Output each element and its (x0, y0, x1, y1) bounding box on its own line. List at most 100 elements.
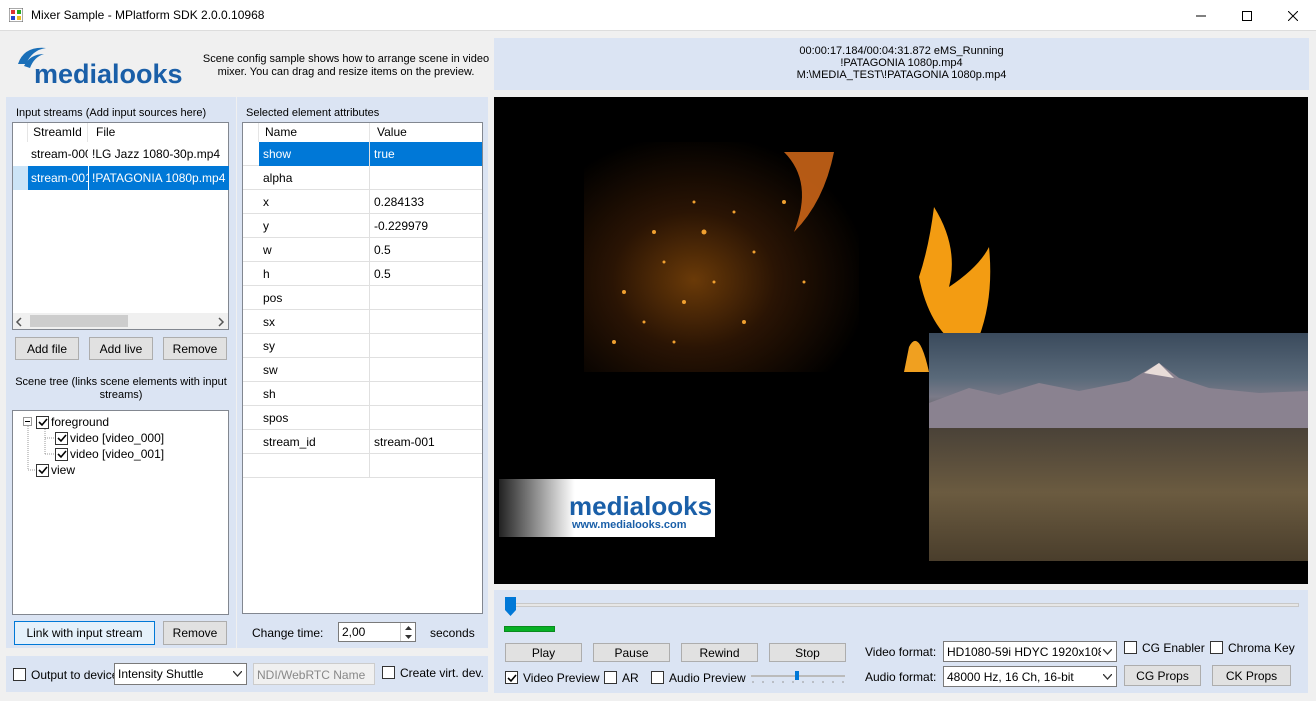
video-000-checkbox[interactable] (55, 431, 68, 445)
attribute-value[interactable] (370, 454, 482, 478)
tree-node-view[interactable]: view (36, 463, 75, 477)
status-path: M:\MEDIA_TEST\!PATAGONIA 1080p.mp4 (796, 69, 1007, 81)
tree-node-video-001[interactable]: video [video_001] (55, 447, 164, 461)
attribute-row[interactable]: alpha (243, 166, 482, 190)
attribute-value[interactable]: -0.229979 (370, 214, 482, 238)
attribute-row[interactable]: sw (243, 358, 482, 382)
video-preview[interactable]: medialooks www.medialooks.com (494, 97, 1308, 584)
input-streams-list[interactable]: StreamId File stream-000 !LG Jazz 1080-3… (12, 122, 229, 330)
logo-text: medialooks (34, 59, 183, 89)
scroll-right-icon[interactable] (217, 316, 225, 330)
scroll-left-icon[interactable] (15, 316, 23, 330)
cg-enabler-checkbox[interactable] (1124, 641, 1137, 654)
attribute-row[interactable]: pos (243, 286, 482, 310)
cg-enabler-label: CG Enabler (1142, 641, 1205, 655)
attribute-value[interactable] (370, 334, 482, 358)
col-file[interactable]: File (88, 123, 228, 142)
mountain-video-element[interactable] (929, 333, 1308, 561)
video-preview-label: Video Preview (523, 671, 600, 685)
tree-node-video-000[interactable]: video [video_000] (55, 431, 164, 445)
attribute-row[interactable]: y -0.229979 (243, 214, 482, 238)
attribute-name: sx (259, 310, 370, 334)
attribute-value[interactable]: true (370, 142, 482, 166)
attribute-value[interactable] (370, 406, 482, 430)
app-icon (8, 7, 24, 23)
attribute-row[interactable]: x 0.284133 (243, 190, 482, 214)
attribute-value[interactable] (370, 166, 482, 190)
volume-slider[interactable] (751, 670, 845, 684)
attribute-row[interactable]: show true (243, 142, 482, 166)
attribute-row[interactable] (243, 454, 482, 478)
cg-props-button[interactable]: CG Props (1124, 665, 1201, 686)
attribute-name: x (259, 190, 370, 214)
scroll-thumb[interactable] (30, 315, 128, 327)
horizontal-scrollbar[interactable] (13, 313, 228, 329)
video-format-select[interactable]: HD1080-59i HDYC 1920x1080i (943, 641, 1117, 662)
rewind-button[interactable]: Rewind (681, 643, 758, 662)
play-button[interactable]: Play (505, 643, 582, 662)
attribute-row[interactable]: sx (243, 310, 482, 334)
output-device-checkbox[interactable] (13, 668, 26, 681)
attributes-grid[interactable]: Name Value show true alpha x 0.284133 y -0.229… (242, 122, 483, 614)
remove-scene-button[interactable]: Remove (163, 621, 227, 645)
maximize-button[interactable] (1224, 0, 1270, 31)
chroma-key-checkbox[interactable] (1210, 641, 1223, 654)
list-item-selected[interactable]: stream-001 !PATAGONIA 1080p.mp4 (13, 166, 229, 190)
attribute-name: show (259, 142, 370, 166)
medialooks-watermark[interactable]: medialooks www.medialooks.com (499, 479, 715, 537)
foreground-checkbox[interactable] (36, 415, 49, 429)
collapse-icon[interactable] (23, 417, 32, 426)
particles-video-element[interactable] (584, 142, 859, 372)
video-preview-checkbox[interactable] (505, 671, 518, 684)
attribute-name: sh (259, 382, 370, 406)
video-001-checkbox[interactable] (55, 447, 68, 461)
spin-up-icon[interactable] (400, 623, 415, 632)
seek-track[interactable] (510, 603, 1299, 607)
tree-node-foreground[interactable]: foreground (36, 415, 109, 429)
audio-preview-checkbox[interactable] (651, 671, 664, 684)
attribute-name: w (259, 238, 370, 262)
attribute-row[interactable]: w 0.5 (243, 238, 482, 262)
device-select[interactable]: Intensity Shuttle (114, 663, 247, 685)
change-time-stepper[interactable]: 2,00 (338, 622, 416, 642)
input-streams-label: Input streams (Add input sources here) (16, 107, 207, 119)
scene-tree[interactable]: foreground video [video_000] video [vide… (12, 410, 229, 615)
attribute-value[interactable] (370, 358, 482, 382)
add-file-button[interactable]: Add file (15, 337, 79, 360)
list-item[interactable]: stream-000 !LG Jazz 1080-30p.mp4 (13, 142, 228, 166)
attribute-value[interactable]: 0.5 (370, 262, 482, 286)
view-checkbox[interactable] (36, 463, 49, 477)
link-stream-button[interactable]: Link with input stream (14, 621, 155, 645)
ar-checkbox[interactable] (604, 671, 617, 684)
seek-thumb[interactable] (505, 597, 516, 616)
attribute-name: sw (259, 358, 370, 382)
pause-button[interactable]: Pause (593, 643, 670, 662)
attribute-row[interactable]: spos (243, 406, 482, 430)
ndi-name-input[interactable]: NDI/WebRTC Name (253, 663, 375, 685)
attribute-value[interactable]: stream-001 (370, 430, 482, 454)
attribute-row[interactable]: h 0.5 (243, 262, 482, 286)
chevron-down-icon (1101, 642, 1113, 661)
attribute-value[interactable]: 0.284133 (370, 190, 482, 214)
attribute-value[interactable] (370, 382, 482, 406)
audio-preview-label: Audio Preview (669, 671, 746, 685)
attribute-row[interactable]: sy (243, 334, 482, 358)
close-button[interactable] (1270, 0, 1316, 31)
minimize-button[interactable] (1178, 0, 1224, 31)
col-streamid[interactable]: StreamId (28, 123, 88, 142)
attribute-row[interactable]: sh (243, 382, 482, 406)
spin-down-icon[interactable] (400, 632, 415, 641)
add-live-button[interactable]: Add live (89, 337, 153, 360)
audio-format-select[interactable]: 48000 Hz, 16 Ch, 16-bit (943, 666, 1117, 687)
attribute-value[interactable] (370, 310, 482, 334)
attribute-row[interactable]: stream_id stream-001 (243, 430, 482, 454)
attribute-name: y (259, 214, 370, 238)
col-name[interactable]: Name (259, 123, 370, 142)
attribute-value[interactable] (370, 286, 482, 310)
col-value[interactable]: Value (370, 123, 482, 142)
attribute-value[interactable]: 0.5 (370, 238, 482, 262)
remove-stream-button[interactable]: Remove (163, 337, 227, 360)
ck-props-button[interactable]: CK Props (1212, 665, 1291, 686)
create-virt-checkbox[interactable] (382, 666, 395, 679)
stop-button[interactable]: Stop (769, 643, 846, 662)
